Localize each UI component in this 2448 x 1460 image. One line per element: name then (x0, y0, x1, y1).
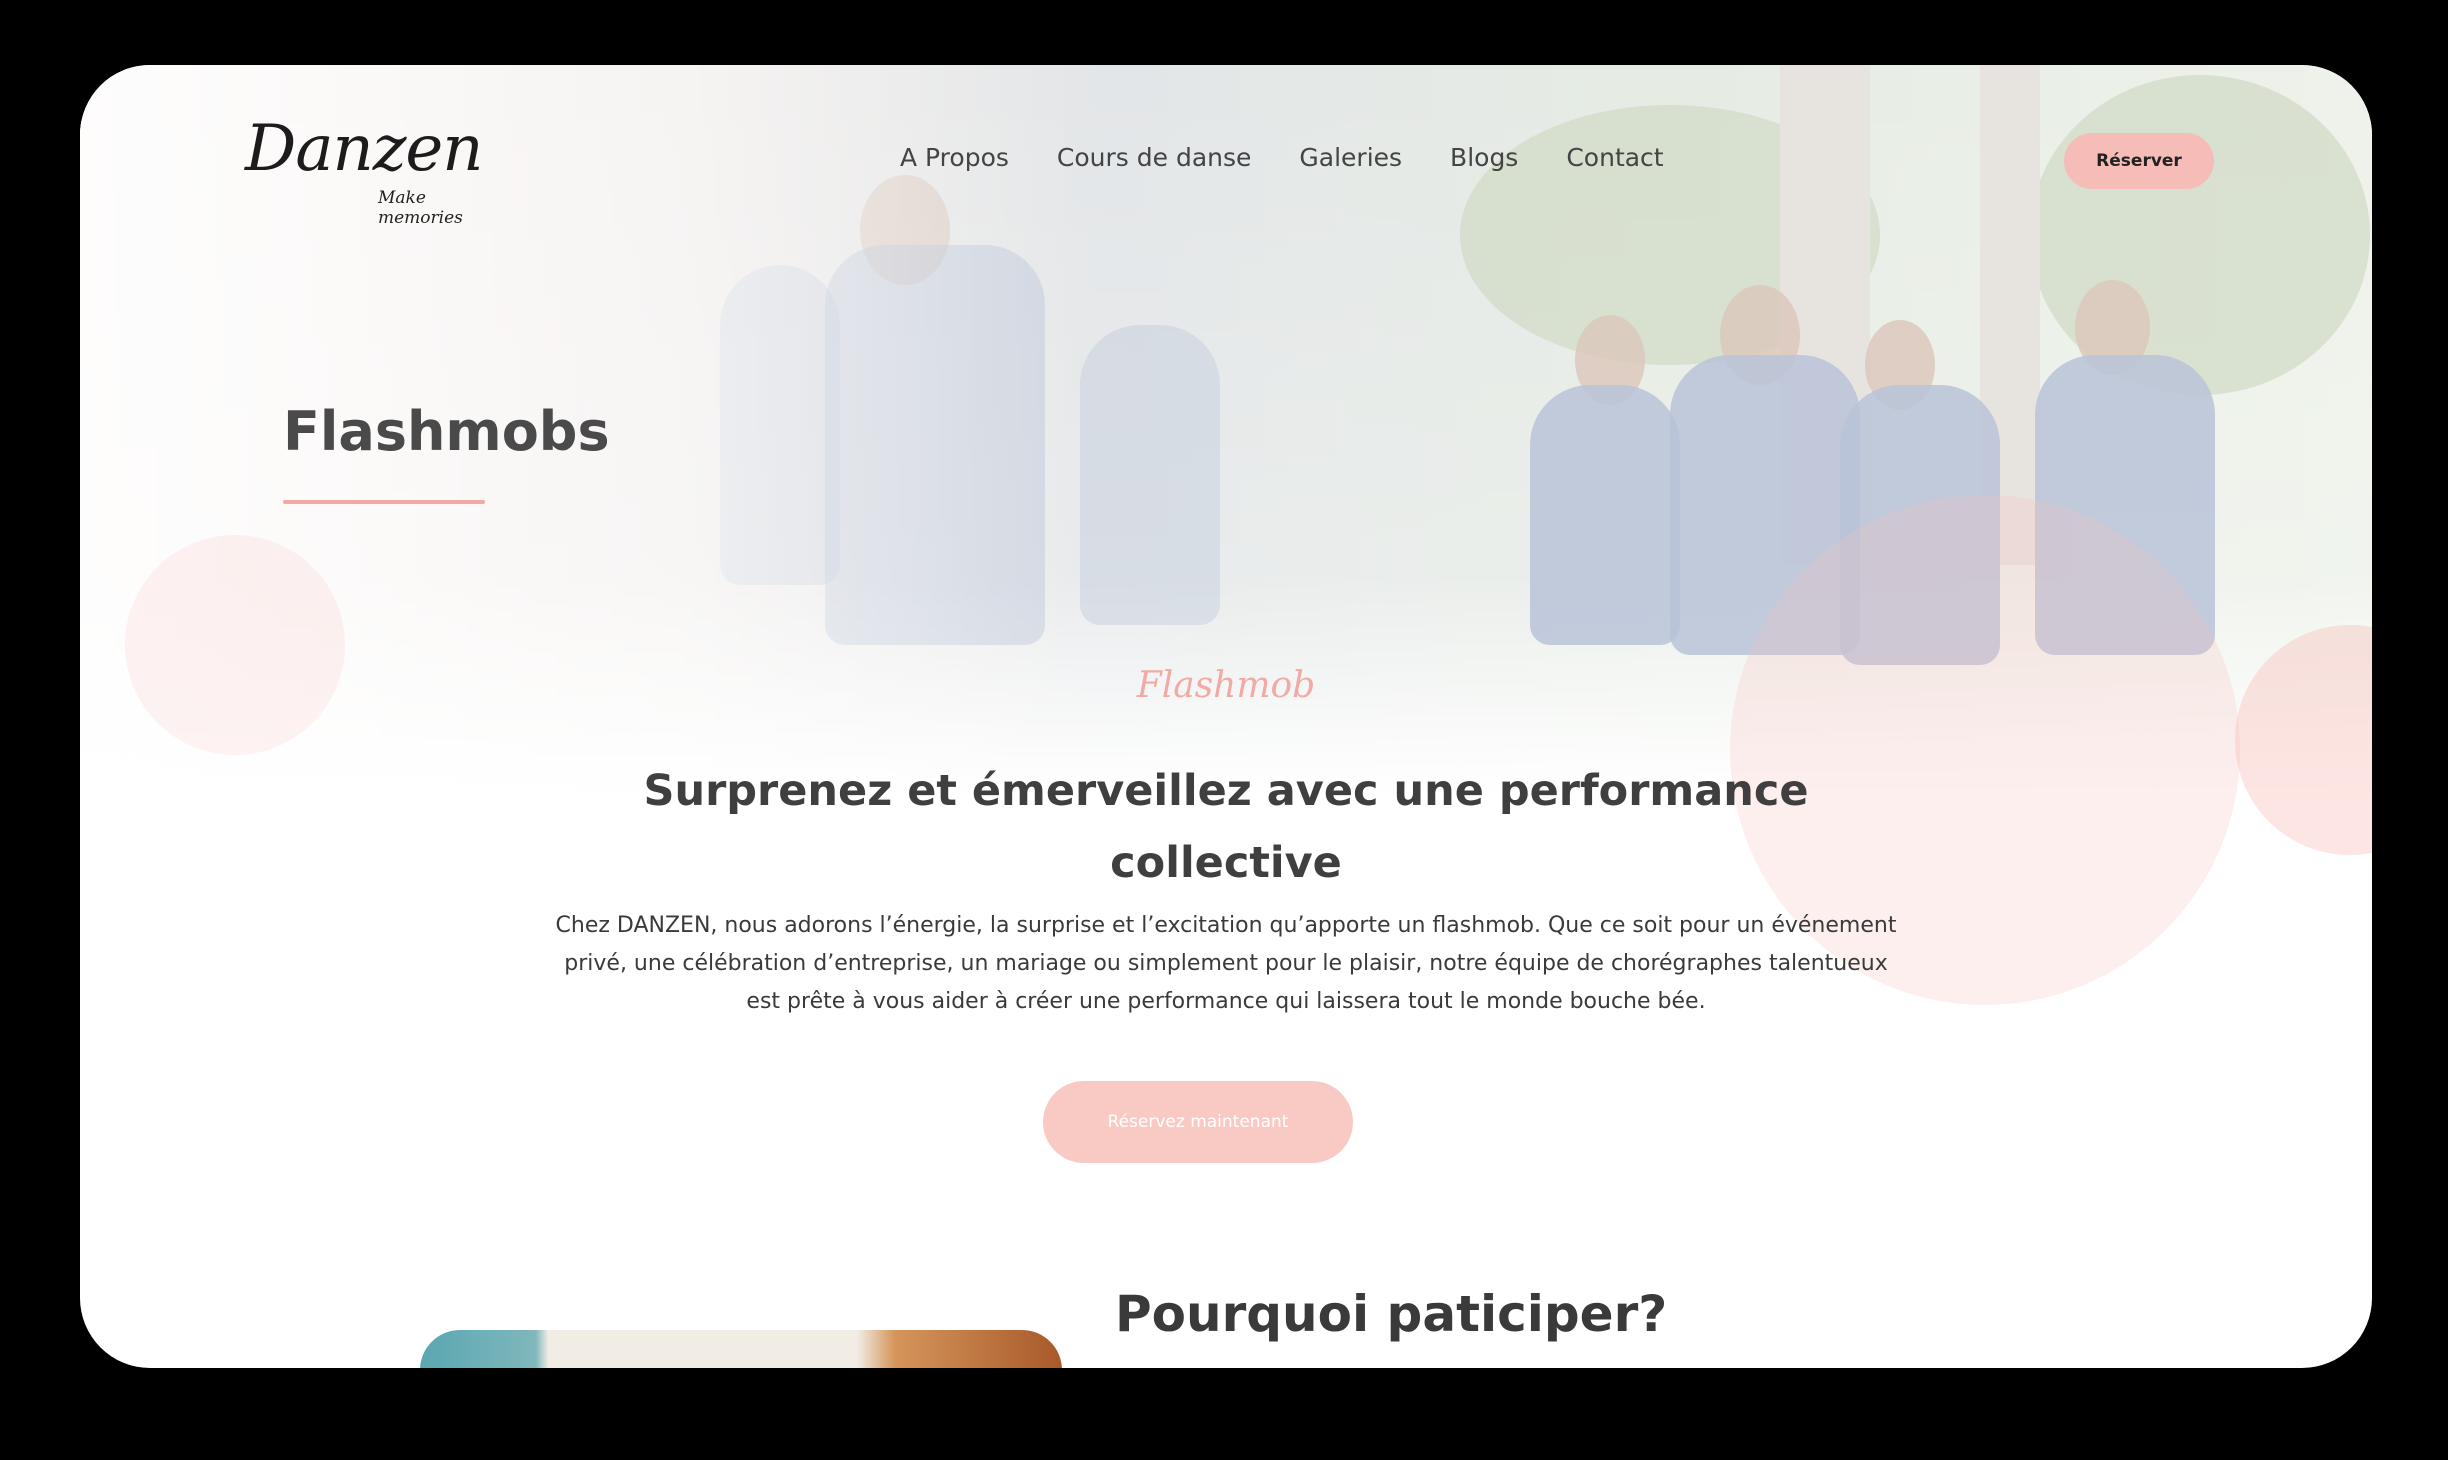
book-now-button[interactable]: Réservez maintenant (1043, 1081, 1353, 1163)
why-section-title: Pourquoi paticiper? (1115, 1285, 1668, 1343)
page-title: Flashmobs (283, 400, 610, 463)
nav-link-blogs[interactable]: Blogs (1450, 143, 1518, 172)
intro-body-text: Chez DANZEN, nous adorons l’énergie, la … (555, 913, 1897, 1014)
nav-link-cours-de-danse[interactable]: Cours de danse (1057, 143, 1251, 172)
reserve-button[interactable]: Réserver (2064, 133, 2214, 189)
logo-tagline: Make memories (378, 188, 463, 228)
nav-link-a-propos[interactable]: A Propos (900, 143, 1009, 172)
main-nav: A Propos Cours de danse Galeries Blogs C… (900, 143, 1664, 172)
nav-link-contact[interactable]: Contact (1566, 143, 1663, 172)
logo-wordmark: Danzen (245, 112, 483, 186)
nav-link-galeries[interactable]: Galeries (1299, 143, 1402, 172)
why-section-image (420, 1330, 1062, 1368)
section-script-label: Flashmob (1136, 665, 1316, 706)
title-underline (283, 500, 485, 504)
logo[interactable]: Danzen Make memories (245, 110, 490, 228)
intro-headline: Surprenez et émerveillez avec une perfor… (643, 766, 1809, 888)
decor-circle (125, 535, 345, 755)
browser-viewport: Danzen Make memories A Propos Cours de d… (80, 65, 2372, 1368)
